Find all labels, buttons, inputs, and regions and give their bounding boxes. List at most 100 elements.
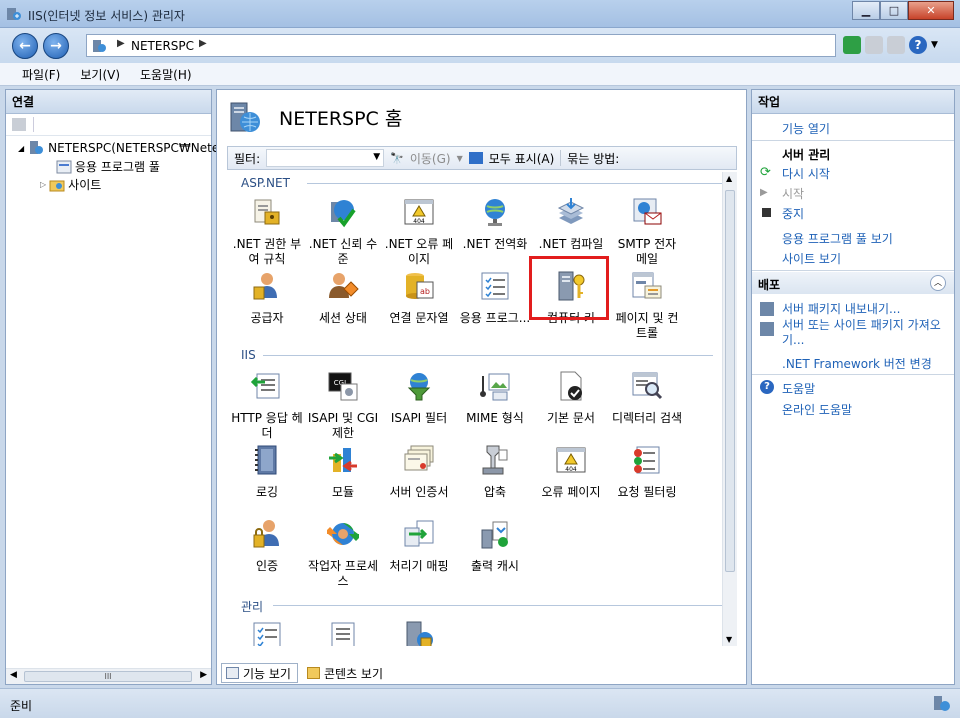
feature-net-trust[interactable]: .NET 신뢰 수준	[307, 196, 379, 267]
feature-label: 응용 프로그...	[459, 311, 531, 325]
app-pool-icon	[56, 160, 72, 173]
feature-management-item[interactable]	[231, 620, 303, 646]
chevron-down-icon[interactable]: ▼	[457, 154, 463, 163]
feature-management-item[interactable]	[307, 620, 379, 646]
sites-folder-icon	[49, 180, 65, 191]
feature-management-item[interactable]	[383, 620, 455, 646]
start-icon: ▶	[760, 187, 768, 198]
feature-app-settings[interactable]: 응용 프로그...	[459, 270, 531, 326]
help-link[interactable]: 도움말	[782, 380, 815, 397]
chevron-down-icon[interactable]: ▼	[931, 36, 938, 54]
restart-link[interactable]: 다시 시작	[782, 165, 830, 182]
close-button[interactable]: ✕	[908, 1, 954, 20]
go-button[interactable]: 이동(G)	[410, 150, 451, 167]
chevron-right-icon[interactable]: ▶	[117, 38, 125, 49]
feature-request-filtering[interactable]: 요청 필터링	[611, 444, 683, 500]
scroll-thumb[interactable]: III	[24, 671, 192, 682]
feature-compression[interactable]: 압축	[459, 444, 531, 500]
scroll-right-icon[interactable]: ▶	[200, 670, 207, 680]
scroll-thumb[interactable]	[725, 190, 735, 572]
menu-view[interactable]: 보기(V)	[80, 66, 120, 83]
tab-content-view[interactable]: 콘텐츠 보기	[302, 663, 390, 683]
chevron-right-icon[interactable]: ▶	[199, 38, 207, 49]
feature-logging[interactable]: 로깅	[231, 444, 303, 500]
feature-providers[interactable]: 공급자	[231, 270, 303, 326]
stop-link[interactable]: 중지	[782, 205, 804, 222]
feature-handler-mappings[interactable]: 처리기 매핑	[383, 518, 455, 574]
address-bar[interactable]: ▶ NETERSPC ▶	[86, 34, 836, 57]
start-link[interactable]: 시작	[782, 185, 804, 202]
filter-input[interactable]: ▼	[266, 149, 385, 167]
refresh-icon[interactable]	[843, 36, 861, 54]
feature-http-headers[interactable]: HTTP 응답 헤더	[231, 370, 303, 441]
expand-icon[interactable]: ◢	[18, 144, 24, 153]
online-help-link[interactable]: 온라인 도움말	[782, 401, 852, 418]
feature-isapi-filters[interactable]: ISAPI 필터	[383, 370, 455, 426]
feature-directory-browsing[interactable]: 디렉터리 검색	[611, 370, 683, 426]
feature-server-certificates[interactable]: 서버 인증서	[383, 444, 455, 500]
connect-icon[interactable]	[12, 118, 26, 131]
minimize-button[interactable]: ▁	[852, 1, 880, 20]
feature-worker-processes[interactable]: 작업자 프로세스	[307, 518, 379, 589]
svg-text:404: 404	[413, 218, 425, 225]
scroll-left-icon[interactable]: ◀	[10, 670, 17, 680]
svg-text:ab: ab	[420, 287, 430, 296]
scroll-down-icon[interactable]: ▼	[726, 635, 732, 644]
feature-label: 공급자	[250, 311, 284, 325]
feature-default-document[interactable]: 기본 문서	[535, 370, 607, 426]
feature-session-state[interactable]: 세션 상태	[307, 270, 379, 326]
change-netfx-link[interactable]: .NET Framework 버전 변경	[782, 355, 932, 372]
forward-button[interactable]: →	[43, 33, 69, 59]
feature-output-caching[interactable]: 출력 캐시	[459, 518, 531, 574]
tree-item-sites[interactable]: ▷ 사이트	[40, 176, 101, 193]
feature-label: .NET 권한 부여 규칙	[232, 237, 302, 266]
net-compilation-icon	[557, 198, 585, 224]
open-feature-link[interactable]: 기능 열기	[782, 120, 830, 137]
menu-file[interactable]: 파일(F)	[22, 66, 60, 83]
help-icon[interactable]: ?	[909, 36, 927, 54]
import-package-link[interactable]: 서버 또는 사이트 패키지 가져오기...	[782, 318, 946, 348]
feature-smtp-email[interactable]: SMTP 전자 메일	[611, 196, 683, 267]
tree-item-app-pools[interactable]: 응용 프로그램 풀	[56, 158, 160, 175]
status-text: 준비	[10, 699, 33, 713]
group-by-label[interactable]: 묶는 방법:	[567, 150, 619, 167]
view-app-pools-link[interactable]: 응용 프로그램 풀 보기	[782, 230, 893, 247]
feature-label: 기본 문서	[547, 411, 595, 425]
feature-label: 로깅	[255, 485, 279, 499]
collapse-icon[interactable]: ︿	[930, 275, 946, 291]
export-package-link[interactable]: 서버 패키지 내보내기...	[782, 300, 900, 317]
title-bar: IIS(인터넷 정보 서비스) 관리자 ▁ □ ✕	[0, 0, 960, 28]
chevron-down-icon[interactable]: ▼	[373, 152, 380, 162]
smtp-email-icon	[633, 198, 662, 225]
tree-item-server[interactable]: ◢ NETERSPC(NETERSPC₩Neter	[18, 140, 224, 156]
expand-icon[interactable]: ▷	[40, 180, 46, 189]
feature-net-globalization[interactable]: .NET 전역화	[459, 196, 531, 252]
scroll-up-icon[interactable]: ▲	[726, 174, 732, 183]
tab-features-view[interactable]: 기능 보기	[221, 663, 298, 683]
home-icon[interactable]	[887, 36, 905, 54]
breadcrumb-server[interactable]: NETERSPC	[131, 39, 194, 53]
feature-connection-strings[interactable]: ab 연결 문자열	[383, 270, 455, 326]
menu-help[interactable]: 도움말(H)	[140, 66, 192, 83]
feature-net-compilation[interactable]: .NET 컴파일	[535, 196, 607, 252]
deploy-header-bar[interactable]: 배포 ︿	[752, 272, 954, 294]
maximize-button[interactable]: □	[880, 1, 908, 20]
features-vertical-scrollbar[interactable]: ▲ ▼	[722, 172, 737, 646]
feature-error-pages[interactable]: 404 오류 페이지	[535, 444, 607, 500]
stop-icon[interactable]	[865, 36, 883, 54]
feature-modules[interactable]: 모듈	[307, 444, 379, 500]
feature-net-authorization[interactable]: .NET 권한 부여 규칙	[231, 196, 303, 267]
feature-authentication[interactable]: 인증	[231, 518, 303, 574]
connection-strings-icon: ab	[406, 273, 434, 299]
feature-mime-types[interactable]: MIME 형식	[459, 370, 531, 426]
left-horizontal-scrollbar[interactable]: ◀ III ▶	[6, 668, 211, 684]
show-all-button[interactable]: 모두 표시(A)	[489, 150, 555, 167]
feature-isapi-cgi[interactable]: CGI ISAPI 및 CGI 제한	[307, 370, 379, 441]
back-button[interactable]: ←	[12, 33, 38, 59]
feature-label: .NET 오류 페이지	[384, 237, 454, 266]
feature-net-error-pages[interactable]: 404 .NET 오류 페이지	[383, 196, 455, 267]
view-sites-link[interactable]: 사이트 보기	[782, 250, 841, 267]
net-authorization-icon	[254, 199, 280, 225]
feature-pages-controls[interactable]: 페이지 및 컨트롤	[611, 270, 683, 341]
directory-browsing-icon	[632, 372, 663, 400]
